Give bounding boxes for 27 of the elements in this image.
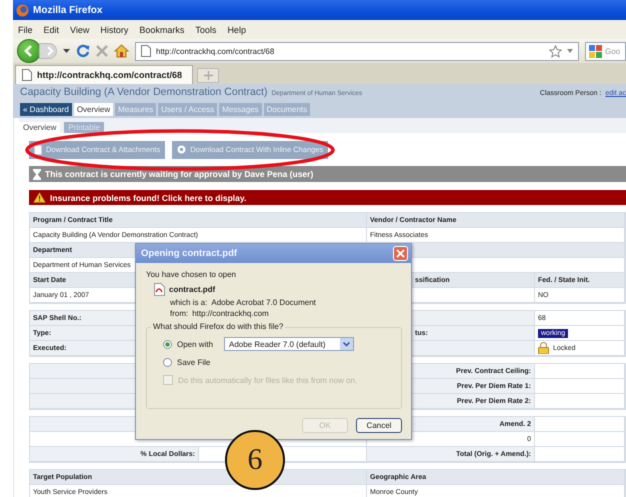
window-title: Mozilla Firefox (33, 4, 102, 16)
dashboard-link[interactable]: « Dashboard (20, 103, 72, 116)
menu-item[interactable]: Bookmarks (139, 24, 184, 34)
sub-tab[interactable]: Overview (19, 122, 60, 133)
option-label[interactable]: Open with (177, 340, 219, 348)
file-name: contract.pdf (169, 285, 216, 294)
dialog-intro: You have chosen to open (146, 270, 238, 279)
address-bar[interactable]: http://contrackhq.com/contract/68 (135, 42, 579, 60)
menu-item[interactable]: View (70, 24, 90, 34)
contract-title: Capacity Building (A Vendor Demonstration Contract) (20, 86, 268, 98)
alert-banner[interactable]: Insurance problems found! Click here to display. (29, 190, 626, 205)
menu-item[interactable]: Tools (195, 24, 216, 34)
menu-item[interactable]: Help (227, 24, 246, 34)
app-dropdown[interactable]: Adobe Reader 7.0 (default) (224, 337, 354, 351)
menu-item[interactable]: File (18, 24, 33, 34)
dialog-button[interactable]: Cancel (356, 418, 402, 433)
browser-tab[interactable]: http://contrackhq.com/contract/68 (15, 65, 194, 84)
source-label: from: (170, 309, 188, 318)
banner-text: This contract is currently waiting for approval by Dave Pena (user) (45, 169, 314, 179)
banner-text: Insurance problems found! Click here to display. (50, 192, 246, 202)
file-source: http://contrackhq.com (192, 309, 269, 318)
option-label[interactable]: Save File (177, 358, 219, 366)
group-legend: What should Firefox do with this file? (151, 322, 286, 331)
menu-item[interactable]: Edit (44, 24, 60, 34)
dialog-title: Opening contract.pdf (141, 248, 238, 259)
nav-tab[interactable]: Overview (74, 103, 114, 116)
menu-item[interactable]: History (100, 24, 128, 34)
